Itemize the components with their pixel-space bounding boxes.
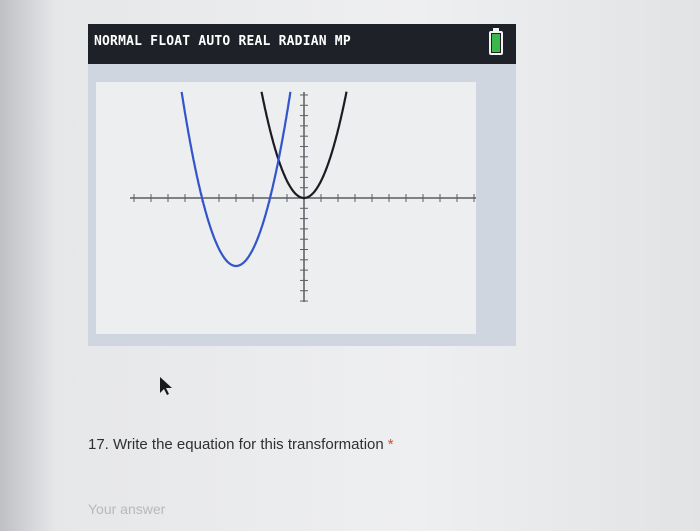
- answer-input[interactable]: [88, 498, 388, 520]
- graph-area: [96, 82, 476, 334]
- mouse-pointer-icon: [160, 377, 172, 395]
- graph-plot: [130, 91, 476, 302]
- question-title: 17. Write the equation for this transfor…: [88, 436, 394, 453]
- calculator-mode-text: NORMAL FLOAT AUTO REAL RADIAN MP: [94, 34, 351, 49]
- question-text: 17. Write the equation for this transfor…: [88, 436, 384, 453]
- required-asterisk: *: [387, 436, 394, 453]
- battery-level-fill: [492, 34, 500, 52]
- calculator-status-bar: NORMAL FLOAT AUTO REAL RADIAN MP: [88, 24, 516, 64]
- transformed-parabola-curve: [180, 91, 292, 268]
- screen-background: NORMAL FLOAT AUTO REAL RADIAN MP 17. Wri…: [0, 0, 700, 531]
- calculator-screenshot: NORMAL FLOAT AUTO REAL RADIAN MP: [88, 24, 516, 346]
